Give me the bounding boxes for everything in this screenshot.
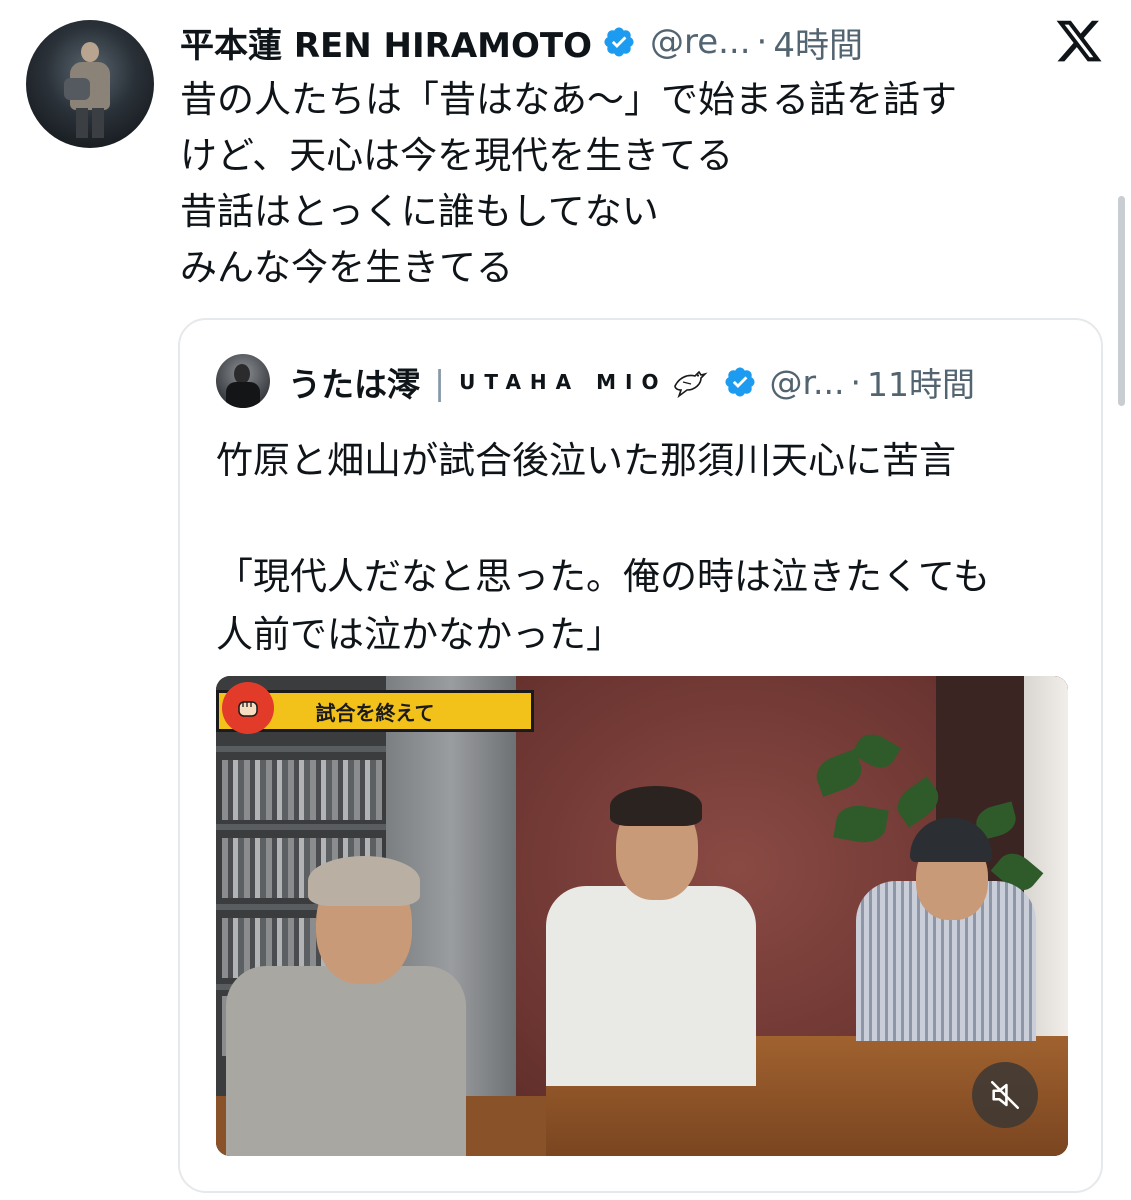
banner-text: 試合を終えて bbox=[315, 700, 435, 725]
mute-button[interactable] bbox=[972, 1062, 1038, 1128]
author-name[interactable]: 平本蓮 REN HIRAMOTO bbox=[180, 18, 592, 67]
x-logo-icon[interactable] bbox=[1054, 16, 1104, 66]
quoted-author-name[interactable]: うたは澪 bbox=[288, 358, 420, 406]
video-player[interactable]: 試合を終えて bbox=[216, 676, 1068, 1156]
bird-icon bbox=[674, 370, 709, 399]
quoted-timestamp[interactable]: 11時間 bbox=[867, 358, 975, 406]
quoted-tweet-card[interactable]: うたは澪 | UTAHA MIO @r... · 11時間 竹原と畑山が試合後泣… bbox=[178, 318, 1103, 1193]
scrollbar[interactable] bbox=[1118, 196, 1125, 406]
separator-dot: · bbox=[850, 362, 861, 402]
tweet-line: 昔の人たちは「昔はなあ〜」で始まる話を話す bbox=[180, 78, 957, 121]
quoted-author-brand: UTAHA MIO bbox=[459, 370, 668, 394]
author-handle[interactable]: @re... bbox=[650, 22, 751, 62]
speaker-muted-icon bbox=[990, 1080, 1020, 1110]
tweet-header: 平本蓮 REN HIRAMOTO @re... · 4時間 bbox=[180, 14, 863, 70]
quoted-line bbox=[216, 490, 1086, 548]
quoted-line: 「現代人だなと思った。俺の時は泣きたくても bbox=[216, 555, 991, 598]
quoted-line: 人前では泣かなかった」 bbox=[216, 613, 623, 656]
name-divider: | bbox=[434, 362, 446, 402]
quoted-author-avatar[interactable] bbox=[216, 354, 270, 408]
tweet-line: けど、天心は今を現代を生きてる bbox=[180, 134, 734, 177]
quoted-tweet-header: うたは澪 | UTAHA MIO @r... · 11時間 bbox=[288, 356, 975, 408]
quoted-line: 竹原と畑山が試合後泣いた那須川天心に苦言 bbox=[216, 439, 956, 482]
quoted-author-handle[interactable]: @r... bbox=[769, 363, 844, 402]
quoted-tweet-body: 竹原と畑山が試合後泣いた那須川天心に苦言 「現代人だなと思った。俺の時は泣きたく… bbox=[216, 432, 1086, 664]
verified-badge-icon bbox=[604, 27, 634, 57]
author-avatar[interactable] bbox=[26, 20, 154, 148]
separator-dot: · bbox=[756, 22, 768, 62]
tweet-timestamp[interactable]: 4時間 bbox=[773, 18, 863, 67]
tweet-body: 昔の人たちは「昔はなあ〜」で始まる話を話す けど、天心は今を現代を生きてる 昔話… bbox=[180, 72, 1080, 296]
tweet-view: 平本蓮 REN HIRAMOTO @re... · 4時間 昔の人たちは「昔はな… bbox=[0, 0, 1131, 1200]
fist-icon bbox=[222, 682, 274, 734]
tweet-line: 昔話はとっくに誰もしてない bbox=[180, 190, 659, 233]
tweet-line: みんな今を生きてる bbox=[180, 246, 513, 289]
verified-badge-icon bbox=[725, 367, 755, 397]
